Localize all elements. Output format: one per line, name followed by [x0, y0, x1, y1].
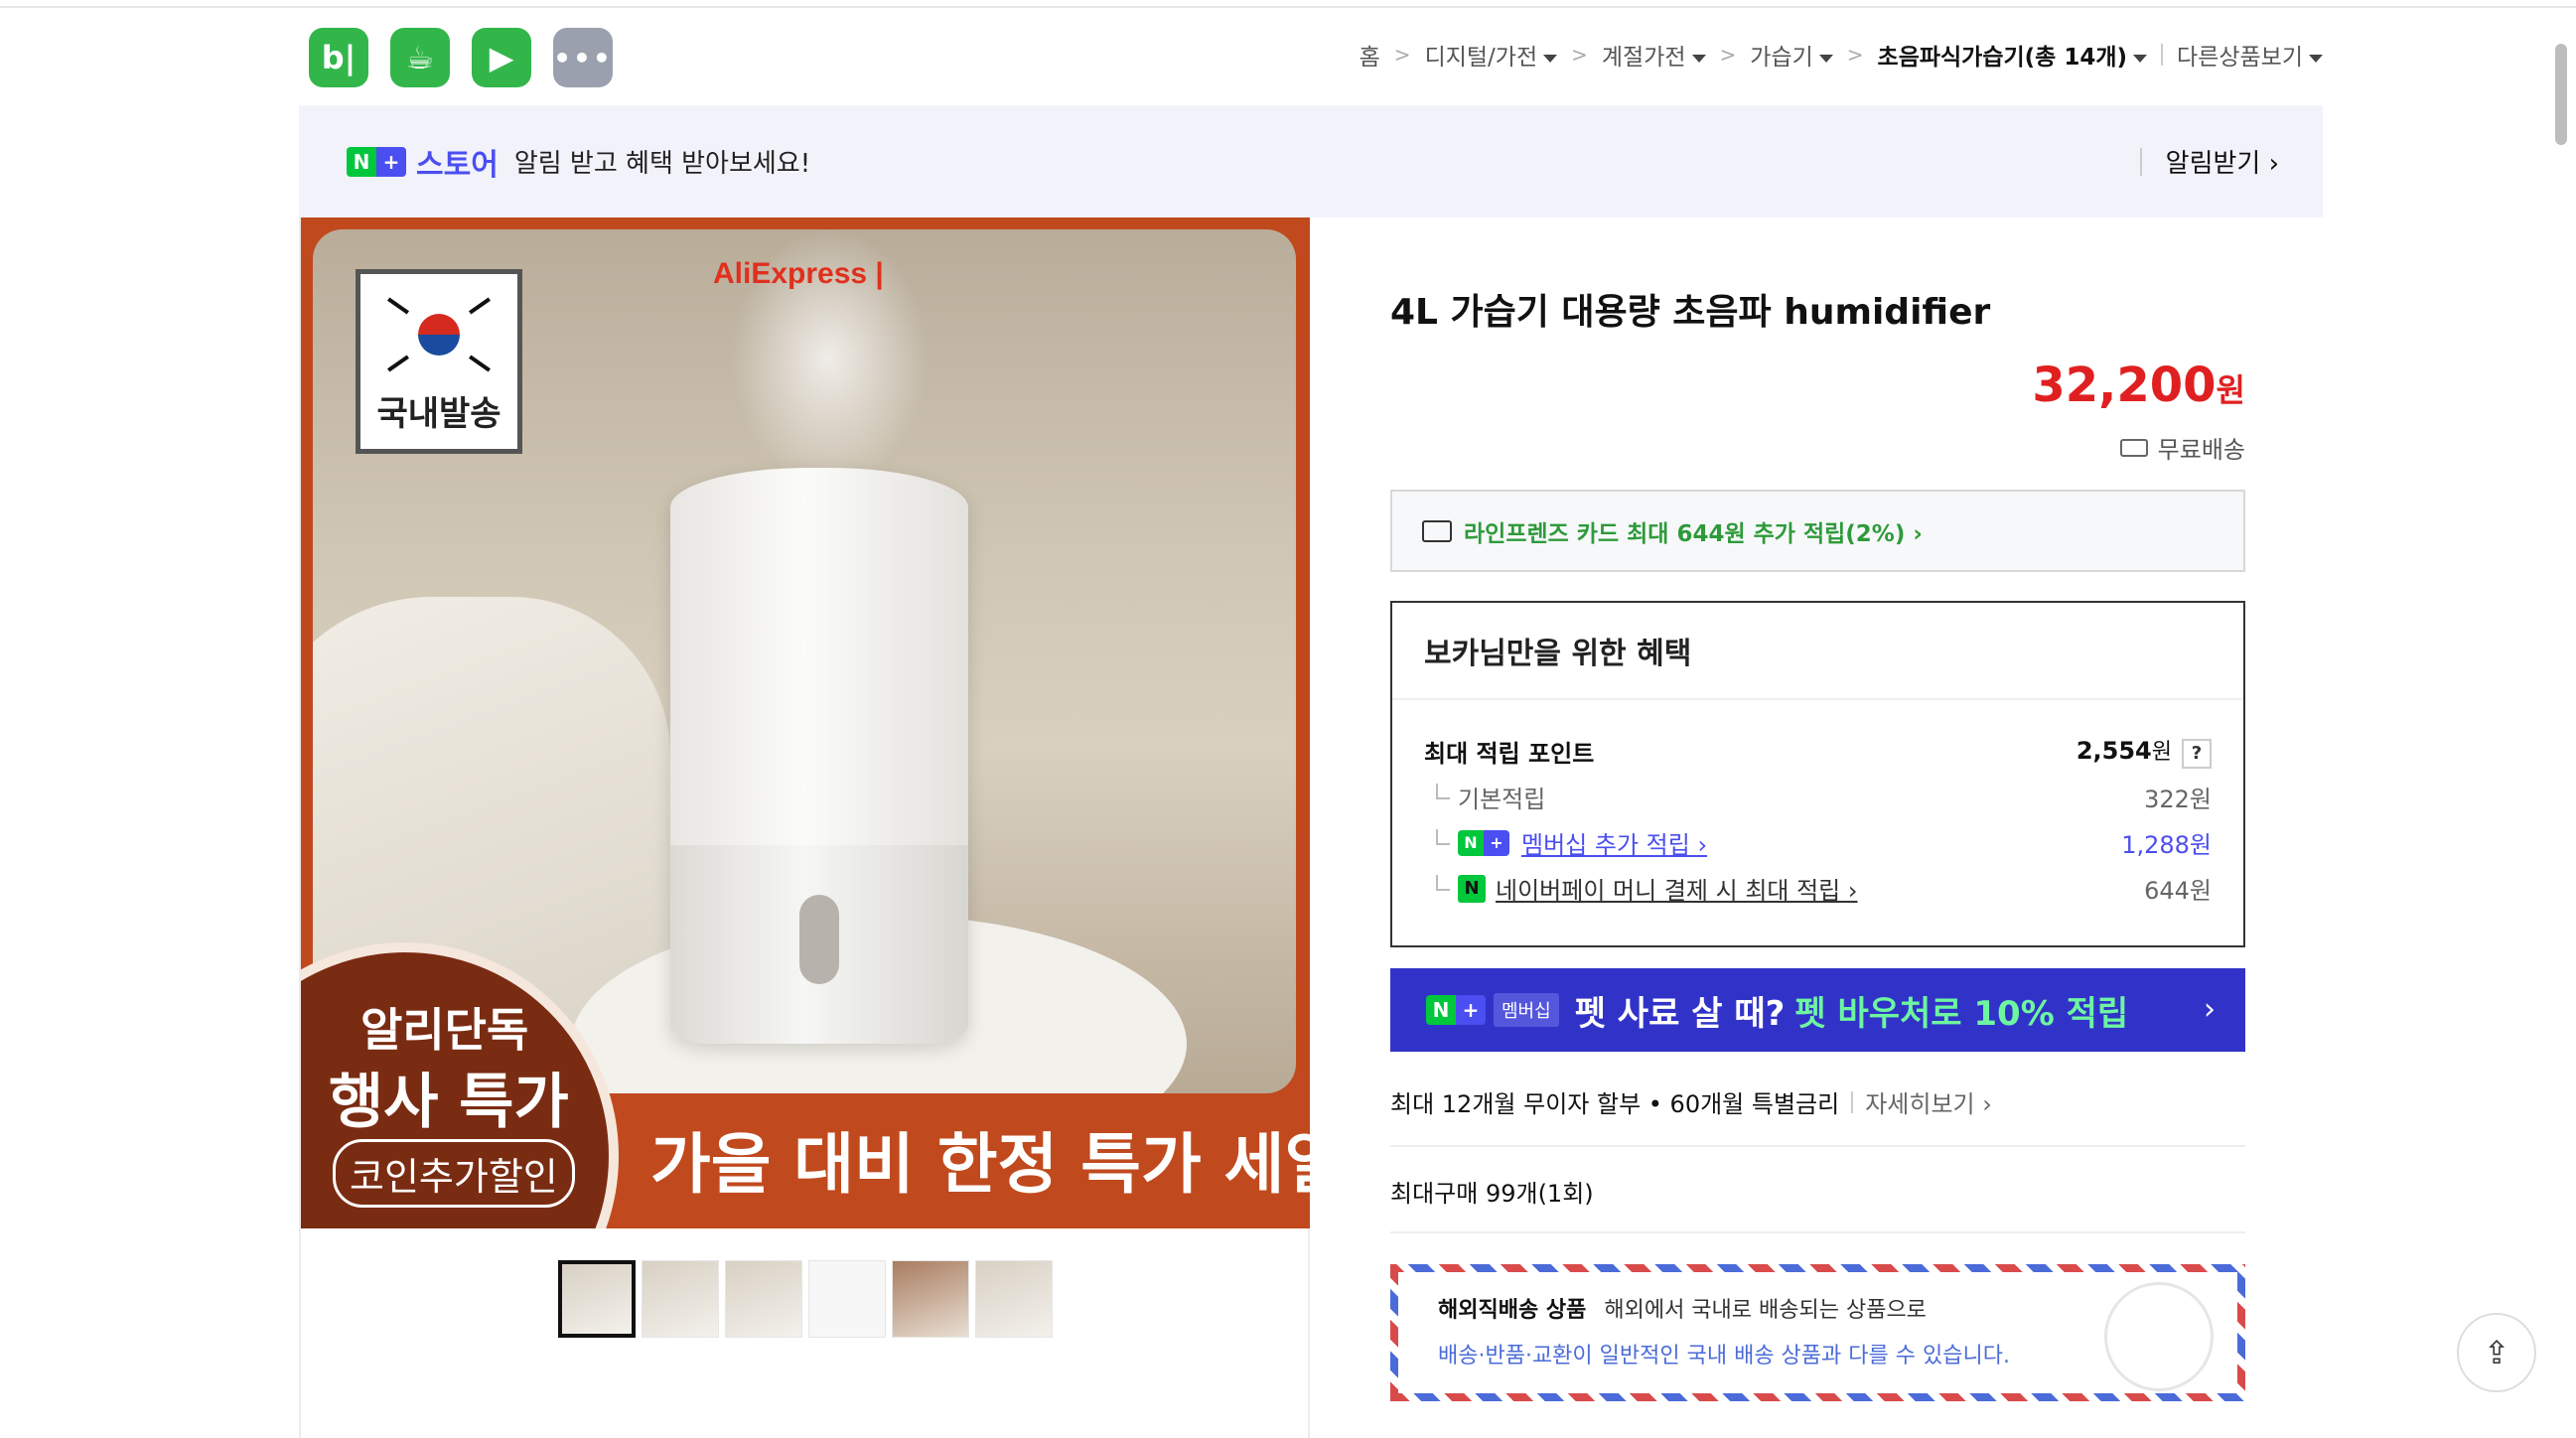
- promo-line1: 알리단독: [360, 1003, 529, 1057]
- membership-points-row: N + 멤버십 추가 적립 › 1,288원: [1424, 825, 2212, 860]
- membership-text2: 펫 바우처로 10% 적립: [1794, 993, 2129, 1034]
- store-notify-banner: N + 스토어 알림 받고 혜택 받아보세요! 알림받기 ›: [299, 105, 2323, 217]
- nplus-badge-icon: N +: [1458, 829, 1509, 856]
- membership-text1: 펫 사료 살 때?: [1574, 993, 1786, 1034]
- other-products-dropdown[interactable]: 다른상품보기: [2177, 38, 2323, 72]
- nplus-badge-icon: N +: [347, 146, 406, 177]
- benefit-box: 보카님만을 위한 혜택 최대 적립 포인트 2,554원? 기본적립 322원 …: [1390, 601, 2245, 947]
- divider: [1851, 1090, 1854, 1113]
- chevron-down-icon: [1691, 54, 1706, 63]
- card-offer-label: 라인프렌즈 카드 최대 644원 추가 적립(2%) ›: [1464, 520, 1923, 547]
- breadcrumb-home[interactable]: 홈: [1360, 38, 1380, 72]
- breadcrumb-item-seasonal[interactable]: 계절가전: [1602, 38, 1706, 72]
- help-icon[interactable]: ?: [2182, 738, 2212, 769]
- card-offer-button[interactable]: 라인프렌즈 카드 최대 644원 추가 적립(2%) ›: [1390, 490, 2245, 572]
- npay-points-link[interactable]: 네이버페이 머니 결제 시 최대 적립 ›: [1496, 871, 1858, 906]
- installment-detail-link[interactable]: 자세히보기 ›: [1865, 1084, 1992, 1119]
- main-product-image[interactable]: AliExpress | 국내발송 알리단독 행사 특가 코인추가할인 가을 대…: [301, 217, 1310, 1228]
- chevron-down-icon: [1543, 54, 1558, 63]
- max-points-label: 최대 적립 포인트: [1424, 740, 1595, 768]
- npay-points-value: 644원: [2144, 877, 2212, 905]
- domestic-label: 국내발송: [376, 394, 501, 434]
- promo-line2: 행사 특가: [329, 1068, 569, 1137]
- chevron-down-icon: [2133, 54, 2148, 63]
- max-points-row: 최대 적립 포인트 2,554원?: [1424, 734, 2212, 769]
- domestic-shipping-badge: 국내발송: [356, 269, 522, 454]
- humidifier-shape: [670, 468, 968, 1044]
- overseas-shipping-notice: 해외직배송 상품 해외에서 국내로 배송되는 상품으로 배송·반품·교환이 일반적…: [1390, 1264, 2245, 1401]
- share-icon: ⇪: [2483, 1334, 2510, 1371]
- membership-points-value: 1,288원: [2121, 831, 2212, 859]
- membership-points-link[interactable]: 멤버십 추가 적립 ›: [1521, 825, 1707, 860]
- store-label: 스토어: [416, 147, 499, 183]
- basic-points-value: 322원: [2144, 786, 2212, 813]
- aliexpress-logo: AliExpress |: [713, 257, 884, 290]
- delivery-stamp-icon: [2104, 1282, 2214, 1391]
- breadcrumb-separator: >: [1393, 43, 1411, 67]
- breadcrumb-separator: >: [1571, 43, 1588, 67]
- n-icon: N: [347, 146, 376, 177]
- breadcrumb-separator: >: [1719, 43, 1737, 67]
- thumbnail-3[interactable]: [725, 1260, 802, 1338]
- naverpay-icon: N: [1458, 874, 1486, 903]
- overseas-line2: 배송·반품·교환이 일반적인 국내 배송 상품과 다를 수 있습니다.: [1438, 1344, 2010, 1368]
- divider: [2161, 44, 2164, 66]
- thumbnail-1[interactable]: [558, 1260, 636, 1338]
- notify-button[interactable]: 알림받기 ›: [2139, 143, 2279, 180]
- scrollbar-thumb[interactable]: [2555, 44, 2567, 145]
- chevron-down-icon: [1818, 54, 1833, 63]
- breadcrumb-separator: >: [1846, 43, 1864, 67]
- max-purchase: 최대구매 99개(1회): [1390, 1180, 1594, 1208]
- installment-info: 최대 12개월 무이자 할부 • 60개월 특별금리 자세히보기 ›: [1390, 1084, 1992, 1119]
- breadcrumb-item-digital[interactable]: 디지털/가전: [1425, 38, 1558, 72]
- thumbnail-6[interactable]: [975, 1260, 1053, 1338]
- shipping-info: 무료배송: [2119, 430, 2245, 465]
- product-title: 4L 가습기 대용량 초음파 humidifier: [1390, 292, 1991, 333]
- blog-icon[interactable]: b|: [309, 28, 368, 87]
- thumbnail-strip: [558, 1260, 1053, 1338]
- breadcrumb: 홈 > 디지털/가전 > 계절가전 > 가습기 > 초음파식가습기(총 14개)…: [1360, 38, 2323, 72]
- service-app-icons: b| ☕ ▶ •••: [309, 28, 613, 87]
- promo-main-text: 가을 대비 한정 특가 세일: [650, 1126, 1310, 1203]
- basic-points-label: 기본적립: [1458, 786, 1546, 813]
- overseas-title: 해외직배송 상품: [1438, 1298, 1587, 1323]
- divider: [1390, 1231, 2245, 1233]
- basic-points-row: 기본적립 322원: [1424, 780, 2212, 814]
- overseas-line1: 해외직배송 상품 해외에서 국내로 배송되는 상품으로: [1438, 1298, 1927, 1323]
- promo-line3: 코인추가할인: [333, 1139, 575, 1208]
- installment-text: 최대 12개월 무이자 할부 • 60개월 특별금리: [1390, 1090, 1840, 1118]
- thumbnail-4[interactable]: [808, 1260, 886, 1338]
- korea-flag-icon: [378, 290, 500, 379]
- benefit-heading: 보카님만을 위한 혜택: [1392, 603, 2243, 700]
- more-apps-icon[interactable]: •••: [553, 28, 613, 87]
- divider: [1390, 1145, 2245, 1147]
- product-price: 32,200원: [2032, 358, 2245, 413]
- bookmark-icon[interactable]: ▶: [472, 28, 531, 87]
- membership-promo-banner[interactable]: N + 멤버십 펫 사료 살 때? 펫 바우처로 10% 적립 ›: [1390, 968, 2245, 1052]
- chevron-right-icon: ›: [2204, 992, 2216, 1027]
- chevron-down-icon: [2309, 54, 2323, 63]
- breadcrumb-current[interactable]: 초음파식가습기(총 14개): [1878, 38, 2148, 72]
- thumbnail-2[interactable]: [642, 1260, 719, 1338]
- breadcrumb-item-humidifier[interactable]: 가습기: [1750, 38, 1833, 72]
- npay-points-row: N 네이버페이 머니 결제 시 최대 적립 › 644원: [1424, 871, 2212, 906]
- plus-icon: +: [376, 146, 406, 177]
- credit-card-icon: [1422, 519, 1452, 542]
- cafe-icon[interactable]: ☕: [390, 28, 450, 87]
- nplus-badge-icon: N +: [1426, 995, 1486, 1025]
- membership-tag: 멤버십: [1494, 993, 1559, 1027]
- max-points-value: 2,554원?: [2076, 734, 2212, 769]
- product-image-panel: AliExpress | 국내발송 알리단독 행사 특가 코인추가할인 가을 대…: [299, 217, 1310, 1438]
- humidifier-knob: [799, 895, 839, 984]
- notify-message: 알림 받고 혜택 받아보세요!: [513, 149, 811, 179]
- share-button[interactable]: ⇪: [2457, 1313, 2536, 1392]
- divider: [2139, 147, 2142, 176]
- thumbnail-5[interactable]: [892, 1260, 969, 1338]
- truck-icon: [2119, 438, 2148, 457]
- top-border: [0, 0, 2576, 8]
- shipping-label: 무료배송: [2157, 436, 2245, 464]
- notify-button-label: 알림받기 ›: [2165, 149, 2279, 179]
